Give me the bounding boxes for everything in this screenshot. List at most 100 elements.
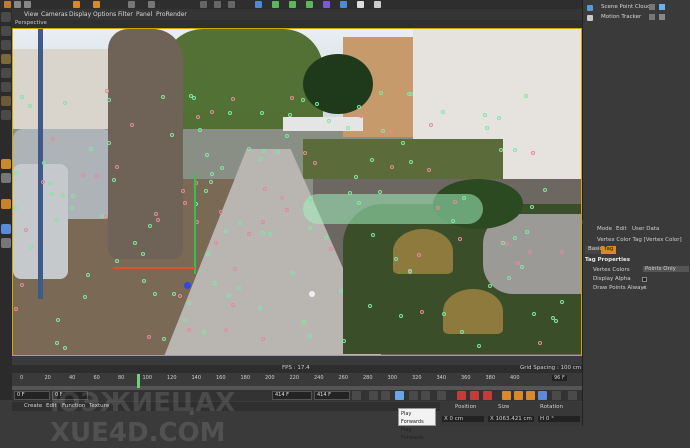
perspective-viewport[interactable]	[12, 28, 582, 356]
rotation-h-field[interactable]: H 0 °	[538, 416, 580, 422]
display-alpha-checkbox[interactable]	[642, 277, 647, 282]
key-scale-button[interactable]	[514, 391, 523, 400]
axis-y-handle[interactable]	[194, 174, 196, 274]
camera-icon[interactable]	[357, 1, 364, 8]
prev-frame-button[interactable]	[381, 391, 390, 400]
max-frame-field[interactable]: 414 F	[314, 391, 350, 400]
tracked-point	[408, 269, 412, 273]
record-button[interactable]	[457, 391, 466, 400]
draw-points-always-checkbox[interactable]: ✓	[642, 285, 647, 291]
tracked-point	[497, 116, 501, 120]
tool-icon[interactable]	[14, 1, 21, 8]
go-to-start-button[interactable]	[352, 391, 361, 400]
tracked-point	[112, 178, 116, 182]
key-param-button[interactable]	[538, 391, 547, 400]
keyframe-selection-button[interactable]	[483, 391, 492, 400]
go-to-end-button[interactable]	[437, 391, 446, 400]
menu-display[interactable]: Display	[69, 11, 91, 18]
timeline-tick: 320	[412, 375, 422, 381]
tracked-point	[63, 101, 67, 105]
grid-icon[interactable]	[1, 224, 11, 234]
tracked-point	[315, 102, 319, 106]
make-editable-icon[interactable]	[1, 12, 11, 22]
render-icon[interactable]	[214, 1, 221, 8]
nurbs-icon[interactable]	[289, 1, 296, 8]
menu-cameras[interactable]: Cameras	[41, 11, 68, 18]
light-icon[interactable]	[374, 1, 381, 8]
play-forwards-button[interactable]	[395, 391, 404, 400]
tracked-point	[427, 168, 431, 172]
key-position-button[interactable]	[502, 391, 511, 400]
key-point-button[interactable]	[552, 391, 561, 400]
playhead[interactable]	[137, 374, 140, 388]
render-icon[interactable]	[200, 1, 207, 8]
menu-prorender[interactable]: ProRender	[156, 11, 187, 18]
axis-x-handle[interactable]	[113, 267, 195, 269]
tab-tag[interactable]: Tag	[601, 246, 617, 254]
spline-icon[interactable]	[272, 1, 279, 8]
next-frame-button[interactable]	[409, 391, 418, 400]
tool-icon[interactable]	[93, 1, 100, 8]
tool-icon[interactable]	[4, 1, 11, 8]
render-icon[interactable]	[228, 1, 235, 8]
snap-icon[interactable]	[1, 159, 11, 169]
deformer-icon[interactable]	[323, 1, 330, 8]
cube-icon[interactable]	[73, 1, 80, 8]
workplane-icon[interactable]	[1, 173, 11, 183]
tracked-point	[196, 115, 200, 119]
tag-icon[interactable]	[659, 14, 665, 20]
tracked-point	[262, 149, 266, 153]
size-x-field[interactable]: X 1063.421 cm	[488, 416, 534, 422]
tool-icon[interactable]	[1, 238, 11, 248]
vertex-colors-dropdown[interactable]: Points Only	[643, 266, 689, 272]
tracked-point	[302, 320, 306, 324]
autokey-button[interactable]	[470, 391, 479, 400]
tool-icon[interactable]	[148, 1, 155, 8]
model-mode-icon[interactable]	[1, 26, 11, 36]
scene-house-left	[13, 49, 108, 129]
tool-icon[interactable]	[24, 1, 31, 8]
menu-view[interactable]: View	[24, 11, 38, 18]
tracked-point	[86, 273, 90, 277]
tracked-point	[56, 318, 60, 322]
timeline-ruler[interactable]: 0 20 40 60 80 100 120 140 160 180 200 220 240 260 280 3…	[12, 374, 582, 386]
attr-menu-edit[interactable]: Edit	[616, 226, 627, 232]
attr-menu-user-data[interactable]: User Data	[632, 226, 659, 232]
key-rotation-button[interactable]	[526, 391, 535, 400]
tracked-point	[219, 210, 223, 214]
axis-z-handle[interactable]	[184, 282, 191, 289]
tweak-icon[interactable]	[1, 110, 11, 120]
menu-filter[interactable]: Filter	[118, 11, 133, 18]
visibility-icon[interactable]	[649, 14, 655, 20]
end-frame-field[interactable]: 414 F	[272, 391, 312, 400]
tracked-point	[453, 200, 457, 204]
points-mode-icon[interactable]	[1, 54, 11, 64]
polygons-mode-icon[interactable]	[1, 82, 11, 92]
edges-mode-icon[interactable]	[1, 68, 11, 78]
array-icon[interactable]	[306, 1, 313, 8]
timeline-menu-button[interactable]	[568, 391, 577, 400]
lock-icon[interactable]	[1, 199, 11, 209]
tooltip-line: Play Forwards	[401, 427, 424, 441]
visibility-icon[interactable]	[649, 4, 655, 10]
menu-create[interactable]: Create	[24, 403, 42, 409]
scene-icon[interactable]	[340, 1, 347, 8]
axis-icon[interactable]	[1, 96, 11, 106]
tracked-point	[202, 330, 206, 334]
start-frame-field[interactable]: 0 F	[14, 391, 50, 400]
tracked-point	[210, 110, 214, 114]
next-key-button[interactable]	[421, 391, 430, 400]
viewport-menubar: View Cameras Display Options Filter Pane…	[12, 9, 582, 20]
menu-panel[interactable]: Panel	[136, 11, 152, 18]
cube-primitive-icon[interactable]	[255, 1, 262, 8]
prev-key-button[interactable]	[369, 391, 378, 400]
menu-options[interactable]: Options	[93, 11, 116, 18]
tracked-point	[342, 339, 346, 343]
tag-icon[interactable]	[659, 4, 665, 10]
size-header: Size	[498, 404, 510, 410]
tracked-point	[50, 192, 54, 196]
tool-icon[interactable]	[128, 1, 135, 8]
texture-mode-icon[interactable]	[1, 40, 11, 50]
position-x-field[interactable]: X 0 cm	[442, 416, 484, 422]
attr-menu-mode[interactable]: Mode	[597, 226, 612, 232]
